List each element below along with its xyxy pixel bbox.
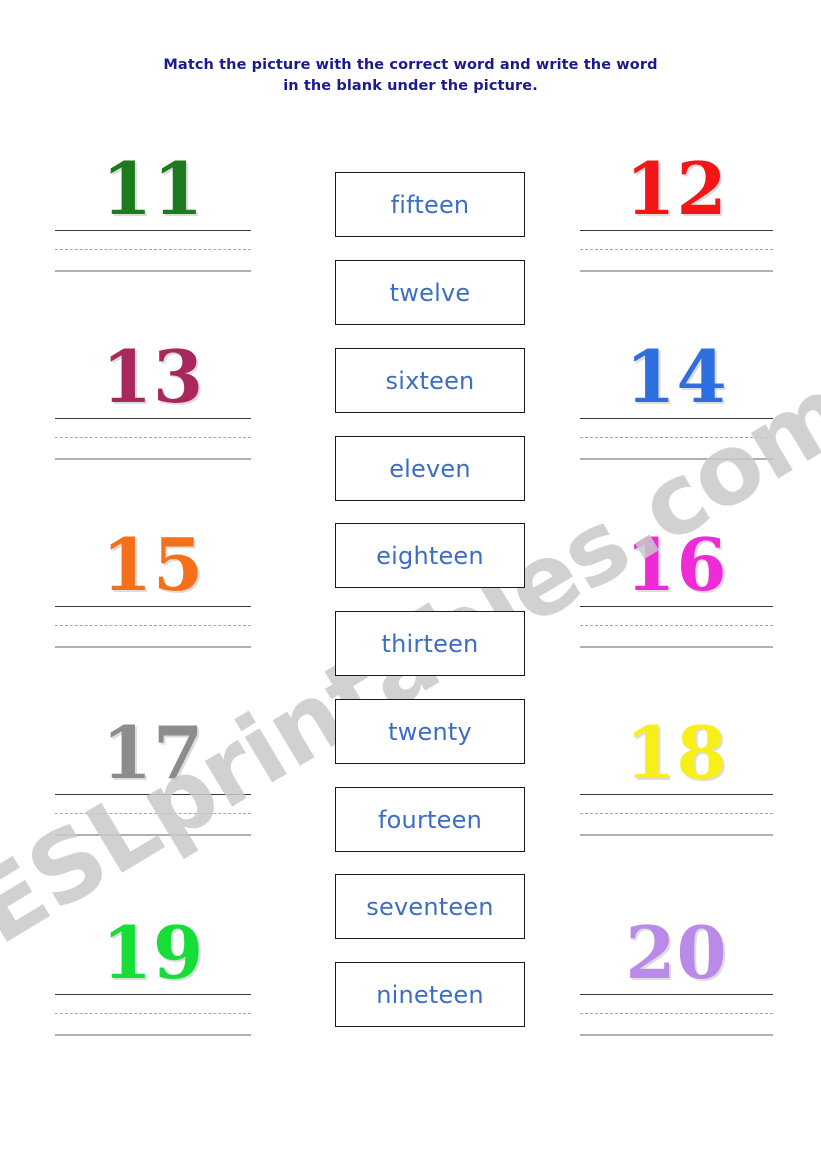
writing-line-bot <box>55 270 251 272</box>
writing-line-top <box>55 994 251 995</box>
writing-line-mid <box>55 1013 251 1014</box>
writing-line-mid <box>55 437 251 438</box>
word-label: eighteen <box>376 541 484 570</box>
number-picture: 13 <box>101 334 205 419</box>
writing-line-mid <box>580 437 773 438</box>
word-label: twenty <box>388 717 472 746</box>
writing-line-mid <box>55 625 251 626</box>
word-label: twelve <box>389 278 471 307</box>
writing-line-top <box>55 794 251 795</box>
writing-line-bot <box>580 1034 773 1036</box>
writing-line-bot <box>580 458 773 460</box>
answer-writing-lines[interactable] <box>55 794 251 836</box>
word-label: fifteen <box>390 190 470 219</box>
answer-writing-lines[interactable] <box>580 794 773 836</box>
answer-writing-lines[interactable] <box>55 230 251 272</box>
number-picture: 17 <box>101 710 205 795</box>
answer-writing-lines[interactable] <box>580 230 773 272</box>
word-box[interactable]: eighteen <box>335 523 525 588</box>
writing-line-top <box>580 994 773 995</box>
number-item: 13 <box>55 336 251 460</box>
number-item: 11 <box>55 148 251 272</box>
writing-line-top <box>580 794 773 795</box>
instruction-line-2: in the blank under the picture. <box>283 78 538 94</box>
writing-line-top <box>580 606 773 607</box>
writing-line-top <box>55 606 251 607</box>
word-box[interactable]: thirteen <box>335 611 525 676</box>
writing-line-mid <box>580 249 773 250</box>
answer-writing-lines[interactable] <box>580 418 773 460</box>
number-picture: 15 <box>101 522 205 607</box>
word-box[interactable]: nineteen <box>335 962 525 1027</box>
word-label: seventeen <box>366 892 494 921</box>
number-picture: 18 <box>625 710 728 795</box>
number-picture: 19 <box>101 910 205 995</box>
number-item: 20 <box>580 912 773 1036</box>
word-label: fourteen <box>378 805 482 834</box>
writing-line-top <box>580 230 773 231</box>
answer-writing-lines[interactable] <box>580 994 773 1036</box>
word-box[interactable]: fourteen <box>335 787 525 852</box>
number-item: 12 <box>580 148 773 272</box>
word-label: sixteen <box>385 366 475 395</box>
writing-line-bot <box>55 1034 251 1036</box>
number-item: 15 <box>55 524 251 648</box>
writing-line-mid <box>580 813 773 814</box>
number-picture: 14 <box>625 334 728 419</box>
answer-writing-lines[interactable] <box>55 994 251 1036</box>
number-item: 16 <box>580 524 773 648</box>
number-picture: 16 <box>625 522 728 607</box>
instruction-text: Match the picture with the correct word … <box>0 55 821 97</box>
number-item: 18 <box>580 712 773 836</box>
answer-writing-lines[interactable] <box>55 418 251 460</box>
instruction-line-1: Match the picture with the correct word … <box>163 57 658 73</box>
word-box[interactable]: fifteen <box>335 172 525 237</box>
writing-line-mid <box>580 1013 773 1014</box>
word-label: thirteen <box>381 629 479 658</box>
number-item: 19 <box>55 912 251 1036</box>
answer-writing-lines[interactable] <box>55 606 251 648</box>
answer-writing-lines[interactable] <box>580 606 773 648</box>
number-item: 14 <box>580 336 773 460</box>
worksheet-page: ESLprintables.com Match the picture with… <box>0 0 821 1169</box>
writing-line-top <box>580 418 773 419</box>
word-label: eleven <box>389 454 471 483</box>
word-box[interactable]: sixteen <box>335 348 525 413</box>
word-box[interactable]: twenty <box>335 699 525 764</box>
writing-line-bot <box>580 834 773 836</box>
writing-line-mid <box>580 625 773 626</box>
word-label: nineteen <box>376 980 484 1009</box>
writing-line-bot <box>55 834 251 836</box>
word-box[interactable]: seventeen <box>335 874 525 939</box>
writing-line-bot <box>580 270 773 272</box>
writing-line-bot <box>55 646 251 648</box>
writing-line-top <box>55 230 251 231</box>
number-picture: 12 <box>625 146 728 231</box>
number-picture: 11 <box>101 146 205 231</box>
word-box[interactable]: eleven <box>335 436 525 501</box>
writing-line-top <box>55 418 251 419</box>
number-item: 17 <box>55 712 251 836</box>
writing-line-mid <box>55 813 251 814</box>
word-box[interactable]: twelve <box>335 260 525 325</box>
writing-line-mid <box>55 249 251 250</box>
writing-line-bot <box>580 646 773 648</box>
writing-line-bot <box>55 458 251 460</box>
number-picture: 20 <box>625 910 728 995</box>
